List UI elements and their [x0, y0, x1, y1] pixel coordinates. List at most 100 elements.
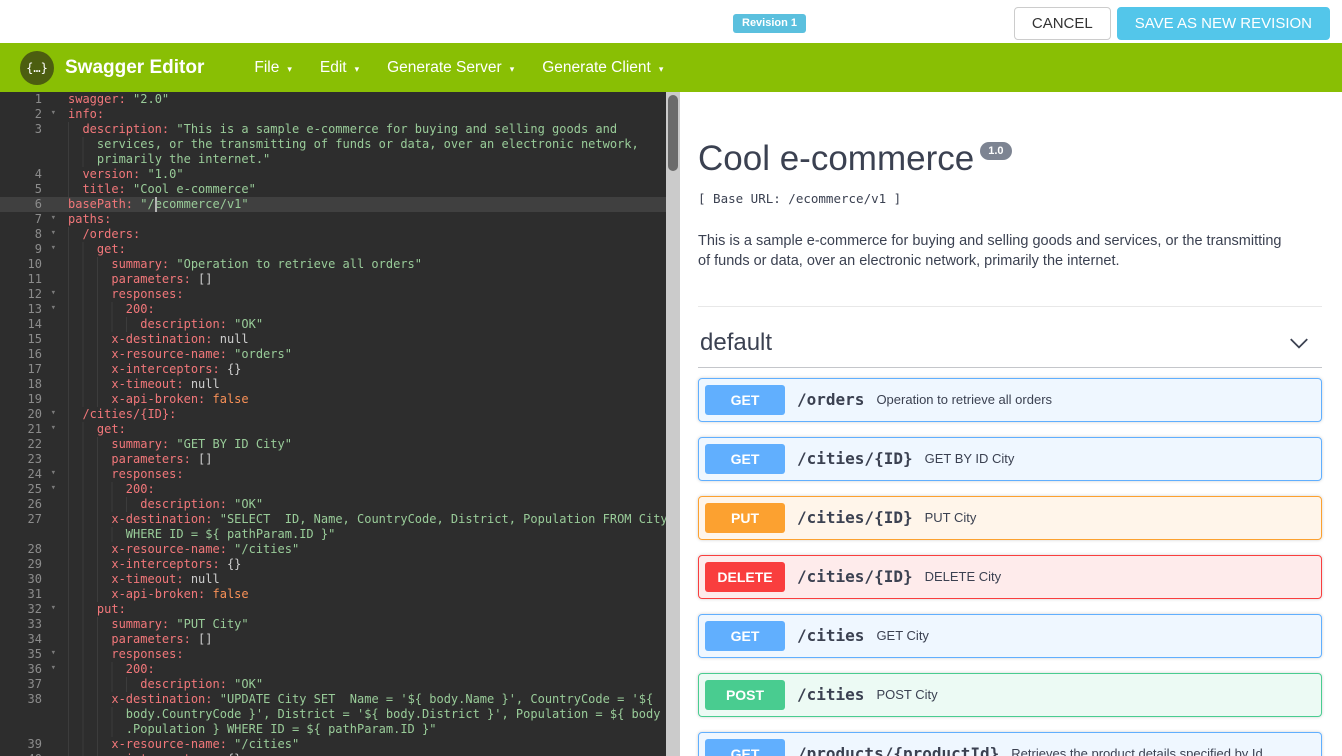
menu-item-generate-client[interactable]: Generate Client ▾	[528, 59, 677, 77]
editor-gutter-cell: 31	[0, 587, 60, 602]
line-number: 12	[27, 287, 42, 301]
editor-gutter-cell: 40	[0, 752, 60, 756]
token-s: WHERE ID = ${ pathParam.ID }"	[125, 527, 336, 541]
token-d: null	[212, 332, 249, 346]
editor-line: 9 ▾ get:	[0, 242, 666, 257]
code-text: basePath: "/ecommerce/v1"	[60, 197, 666, 212]
fold-icon[interactable]: ▾	[51, 466, 56, 481]
code-text: description: "OK"	[60, 497, 666, 512]
line-number: 19	[27, 392, 42, 406]
token-k: responses:	[111, 647, 184, 661]
code-text: summary: "Operation to retrieve all orde…	[60, 257, 666, 272]
fold-icon[interactable]: ▾	[51, 601, 56, 616]
editor-line: 39 x-resource-name: "/cities"	[0, 737, 666, 752]
code-text: info:	[60, 107, 666, 122]
code-text: version: "1.0"	[60, 167, 666, 182]
operation-summary: GET City	[876, 628, 929, 643]
line-number: 27	[27, 512, 42, 526]
menu-item-generate-server[interactable]: Generate Server ▾	[373, 59, 528, 77]
editor-gutter-cell: 18	[0, 377, 60, 392]
editor-gutter-cell: 17	[0, 362, 60, 377]
code-text: paths:	[60, 212, 666, 227]
token-k: summary:	[111, 257, 170, 271]
token-k: version:	[82, 167, 141, 181]
token-k: parameters:	[111, 452, 191, 466]
api-version-badge: 1.0	[980, 142, 1012, 160]
editor-gutter-cell: 11	[0, 272, 60, 287]
editor-gutter-cell: 10	[0, 257, 60, 272]
line-number: 36	[27, 662, 42, 676]
editor-line: primarily the internet."	[0, 152, 666, 167]
token-s: primarily the internet."	[96, 152, 271, 166]
line-number: 3	[34, 122, 42, 136]
fold-icon[interactable]: ▾	[51, 211, 56, 226]
line-number: 6	[34, 197, 42, 211]
fold-icon[interactable]: ▾	[51, 406, 56, 421]
fold-icon[interactable]: ▾	[51, 421, 56, 436]
operation-row[interactable]: GET/products/{productId} Retrieves the pr…	[698, 731, 1322, 756]
fold-icon[interactable]: ▾	[51, 481, 56, 496]
operation-row[interactable]: PUT/cities/{ID} PUT City	[698, 495, 1322, 540]
editor-line: 7 ▾ paths:	[0, 212, 666, 227]
editor-line: 33 summary: "PUT City"	[0, 617, 666, 632]
line-number: 20	[27, 407, 42, 421]
cancel-button[interactable]: CANCEL	[1013, 7, 1111, 40]
token-k: x-destination:	[111, 332, 213, 346]
line-number: 23	[27, 452, 42, 466]
api-description: This is a sample e-commerce for buying a…	[698, 232, 1282, 269]
editor-line: 10 summary: "Operation to retrieve all or…	[0, 257, 666, 272]
line-number: 7	[34, 212, 42, 226]
fold-icon[interactable]: ▾	[51, 226, 56, 241]
operation-row[interactable]: POST/cities POST City	[698, 672, 1322, 717]
fold-icon[interactable]: ▾	[51, 301, 56, 316]
operation-summary: Operation to retrieve all orders	[876, 392, 1053, 407]
fold-icon[interactable]: ▾	[51, 106, 56, 121]
token-s: "Cool e-commerce"	[125, 182, 256, 196]
token-s: "/cities"	[226, 542, 300, 556]
editor-gutter-cell: 12 ▾	[0, 287, 60, 302]
line-number: 16	[27, 347, 42, 361]
yaml-code-editor[interactable]: 1 swagger: "2.0" 2 ▾ info: 3 description: "Thi…	[0, 92, 666, 756]
line-number: 18	[27, 377, 42, 391]
editor-gutter-cell: 16	[0, 347, 60, 362]
fold-icon[interactable]: ▾	[51, 241, 56, 256]
editor-line: 2 ▾ info:	[0, 107, 666, 122]
token-d: []	[190, 272, 213, 286]
line-number: 15	[27, 332, 42, 346]
editor-line: 14 description: "OK"	[0, 317, 666, 332]
token-d: []	[190, 452, 213, 466]
token-s: "UPDATE City SET Name = '${ body.Name }'…	[212, 692, 654, 706]
method-badge: GET	[705, 384, 785, 415]
code-text: services, or the transmitting of funds o…	[60, 137, 666, 152]
editor-gutter-cell: 4	[0, 167, 60, 182]
caret-down-icon: ▾	[509, 63, 515, 74]
fold-icon[interactable]: ▾	[51, 661, 56, 676]
editor-line: 24 ▾ responses:	[0, 467, 666, 482]
editor-gutter-cell: 34	[0, 632, 60, 647]
fold-icon[interactable]: ▾	[51, 646, 56, 661]
token-k: put:	[96, 602, 126, 616]
fold-icon[interactable]: ▾	[51, 286, 56, 301]
revision-badge: Revision 1	[733, 14, 807, 33]
save-as-new-revision-button[interactable]: SAVE AS NEW REVISION	[1116, 7, 1330, 40]
menu-item-file[interactable]: File ▾	[240, 59, 306, 77]
editor-line: 21 ▾ get:	[0, 422, 666, 437]
operation-row[interactable]: GET/cities GET City	[698, 613, 1322, 658]
tag-section-header-default[interactable]: default	[698, 315, 1322, 368]
code-text: WHERE ID = ${ pathParam.ID }"	[60, 527, 666, 542]
menu-item-edit[interactable]: Edit ▾	[306, 59, 373, 77]
operation-row[interactable]: GET/orders Operation to retrieve all orde…	[698, 377, 1322, 422]
editor-gutter-cell: 35 ▾	[0, 647, 60, 662]
method-badge: GET	[705, 620, 785, 651]
code-text: 200:	[60, 302, 666, 317]
scrollbar-thumb[interactable]	[668, 95, 678, 171]
editor-line: 1 swagger: "2.0"	[0, 92, 666, 107]
editor-scrollbar[interactable]	[666, 92, 680, 756]
operation-row[interactable]: GET/cities/{ID} GET BY ID City	[698, 436, 1322, 481]
editor-gutter-cell: 7 ▾	[0, 212, 60, 227]
code-text: x-interceptors: {}	[60, 557, 666, 572]
chevron-down-icon[interactable]	[1288, 332, 1310, 354]
operation-row[interactable]: DELETE/cities/{ID} DELETE City	[698, 554, 1322, 599]
line-number: 4	[34, 167, 42, 181]
editor-gutter-cell: 3	[0, 122, 60, 137]
